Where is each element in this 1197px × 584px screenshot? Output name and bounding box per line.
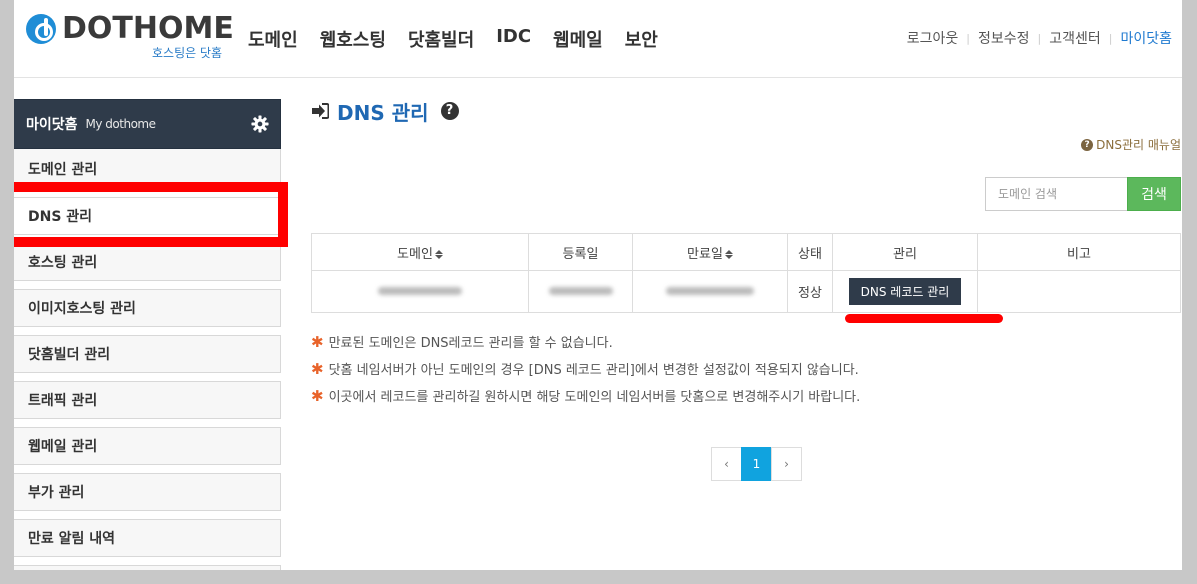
header: DOTHOME 호스팅은 닷홈 도메인 웹호스팅 닷홈빌더 IDC 웹메일 보안…	[14, 0, 1182, 78]
col-expires[interactable]: 만료일	[632, 233, 788, 271]
nav-builder[interactable]: 닷홈빌더	[408, 26, 474, 52]
sidebar-item-builder[interactable]: 닷홈빌더 관리	[14, 335, 281, 373]
sidebar-item-hosting[interactable]: 호스팅 관리	[14, 243, 281, 281]
redacted-date	[666, 287, 754, 295]
separator: |	[1037, 31, 1042, 45]
cell-expires	[632, 270, 788, 313]
page-title: DNS 관리	[337, 100, 429, 125]
sign-in-icon	[312, 103, 329, 119]
asterisk-icon: ✱	[311, 386, 324, 405]
col-registered: 등록일	[528, 233, 633, 271]
search-bar: 검색	[985, 177, 1181, 211]
separator: |	[966, 31, 970, 45]
nav-domain[interactable]: 도메인	[248, 26, 298, 52]
window-frame-right	[1182, 0, 1197, 584]
col-domain[interactable]: 도메인	[311, 233, 529, 271]
asterisk-icon: ✱	[311, 359, 324, 378]
dns-table: 도메인 등록일 만료일 상태 관리 비고 정상 DNS 레코드 관리	[311, 233, 1181, 313]
cell-status: 정상	[787, 270, 833, 313]
logout-link[interactable]: 로그아웃	[907, 28, 959, 48]
logo-icon	[26, 14, 56, 44]
main-nav: 도메인 웹호스팅 닷홈빌더 IDC 웹메일 보안	[248, 26, 680, 52]
nav-webhosting[interactable]: 웹호스팅	[320, 26, 386, 52]
logo[interactable]: DOTHOME	[26, 14, 234, 44]
note-item: ✱ 이곳에서 레코드를 관리하길 원하시면 해당 도메인의 네임서버를 닷홈으로 …	[311, 386, 861, 406]
nav-idc[interactable]: IDC	[496, 26, 531, 52]
question-icon: ?	[1081, 138, 1094, 151]
sidebar-title-en: My dothome	[85, 117, 156, 131]
separator: |	[1108, 31, 1113, 45]
utility-nav: 로그아웃 | 정보수정 | 고객센터 | 마이닷홈	[907, 28, 1172, 48]
col-note: 비고	[977, 233, 1181, 271]
sidebar-header: 마이닷홈 My dothome	[14, 99, 281, 149]
note-item: ✱ 닷홈 네임서버가 아닌 도메인의 경우 [DNS 레코드 관리]에서 변경한 …	[311, 359, 859, 379]
logo-tagline: 호스팅은 닷홈	[152, 46, 223, 60]
sort-icon	[435, 250, 443, 259]
search-button[interactable]: 검색	[1127, 177, 1181, 211]
highlight-underline	[845, 314, 1003, 323]
sidebar-item-addon[interactable]: 부가 관리	[14, 473, 281, 511]
col-status: 상태	[787, 233, 833, 271]
sidebar-item-webmail[interactable]: 웹메일 관리	[14, 427, 281, 465]
asterisk-icon: ✱	[311, 332, 324, 351]
window-frame-bottom	[0, 570, 1197, 584]
sidebar-item-expiry-alerts[interactable]: 만료 알림 내역	[14, 519, 281, 557]
logo-text: DOTHOME	[62, 11, 234, 46]
table-row: 정상 DNS 레코드 관리	[311, 270, 1181, 313]
main-content: DNS 관리 ? ? DNS관리 매뉴얼 검색 도메인 등록일 만료일 상태 관…	[311, 96, 1181, 481]
table-header-row: 도메인 등록일 만료일 상태 관리 비고	[311, 233, 1181, 271]
manual-label: DNS관리 매뉴얼	[1096, 138, 1181, 152]
next-page-button[interactable]: ›	[771, 447, 802, 481]
cell-note	[977, 270, 1181, 313]
note-item: ✱ 만료된 도메인은 DNS레코드 관리를 할 수 없습니다.	[311, 332, 613, 352]
cell-domain	[311, 270, 529, 313]
sidebar-item-traffic[interactable]: 트래픽 관리	[14, 381, 281, 419]
my-dothome-link[interactable]: 마이닷홈	[1120, 28, 1172, 48]
highlight-box	[14, 182, 288, 247]
sidebar-item-image-hosting[interactable]: 이미지호스팅 관리	[14, 289, 281, 327]
manual-link[interactable]: ? DNS관리 매뉴얼	[1081, 136, 1181, 153]
prev-page-button[interactable]: ‹	[711, 447, 742, 481]
cell-registered	[528, 270, 633, 313]
sort-icon	[725, 250, 733, 259]
cell-manage: DNS 레코드 관리	[832, 270, 978, 313]
page-title-row: DNS 관리 ?	[311, 96, 1181, 126]
sidebar: 마이닷홈 My dothome 도메인 관리 DNS 관리 호스팅 관리 이미지…	[14, 99, 281, 570]
help-icon[interactable]: ?	[440, 102, 459, 120]
notes: ✱ 만료된 도메인은 DNS레코드 관리를 할 수 없습니다. ✱ 닷홈 네임서버가…	[311, 332, 860, 413]
redacted-date	[548, 287, 613, 295]
edit-info-link[interactable]: 정보수정	[978, 28, 1030, 48]
page: DOTHOME 호스팅은 닷홈 도메인 웹호스팅 닷홈빌더 IDC 웹메일 보안…	[14, 0, 1182, 570]
nav-webmail[interactable]: 웹메일	[553, 26, 603, 52]
customer-center-link[interactable]: 고객센터	[1049, 28, 1101, 48]
redacted-domain	[378, 287, 462, 295]
gear-icon[interactable]	[251, 115, 269, 133]
col-manage: 관리	[832, 233, 978, 271]
dns-record-manage-button[interactable]: DNS 레코드 관리	[848, 278, 962, 305]
sidebar-title: 마이닷홈	[26, 117, 78, 133]
pagination: ‹ 1 ›	[711, 447, 802, 481]
domain-search-input[interactable]	[985, 177, 1127, 211]
nav-security[interactable]: 보안	[625, 26, 658, 52]
page-1-button[interactable]: 1	[741, 447, 772, 481]
